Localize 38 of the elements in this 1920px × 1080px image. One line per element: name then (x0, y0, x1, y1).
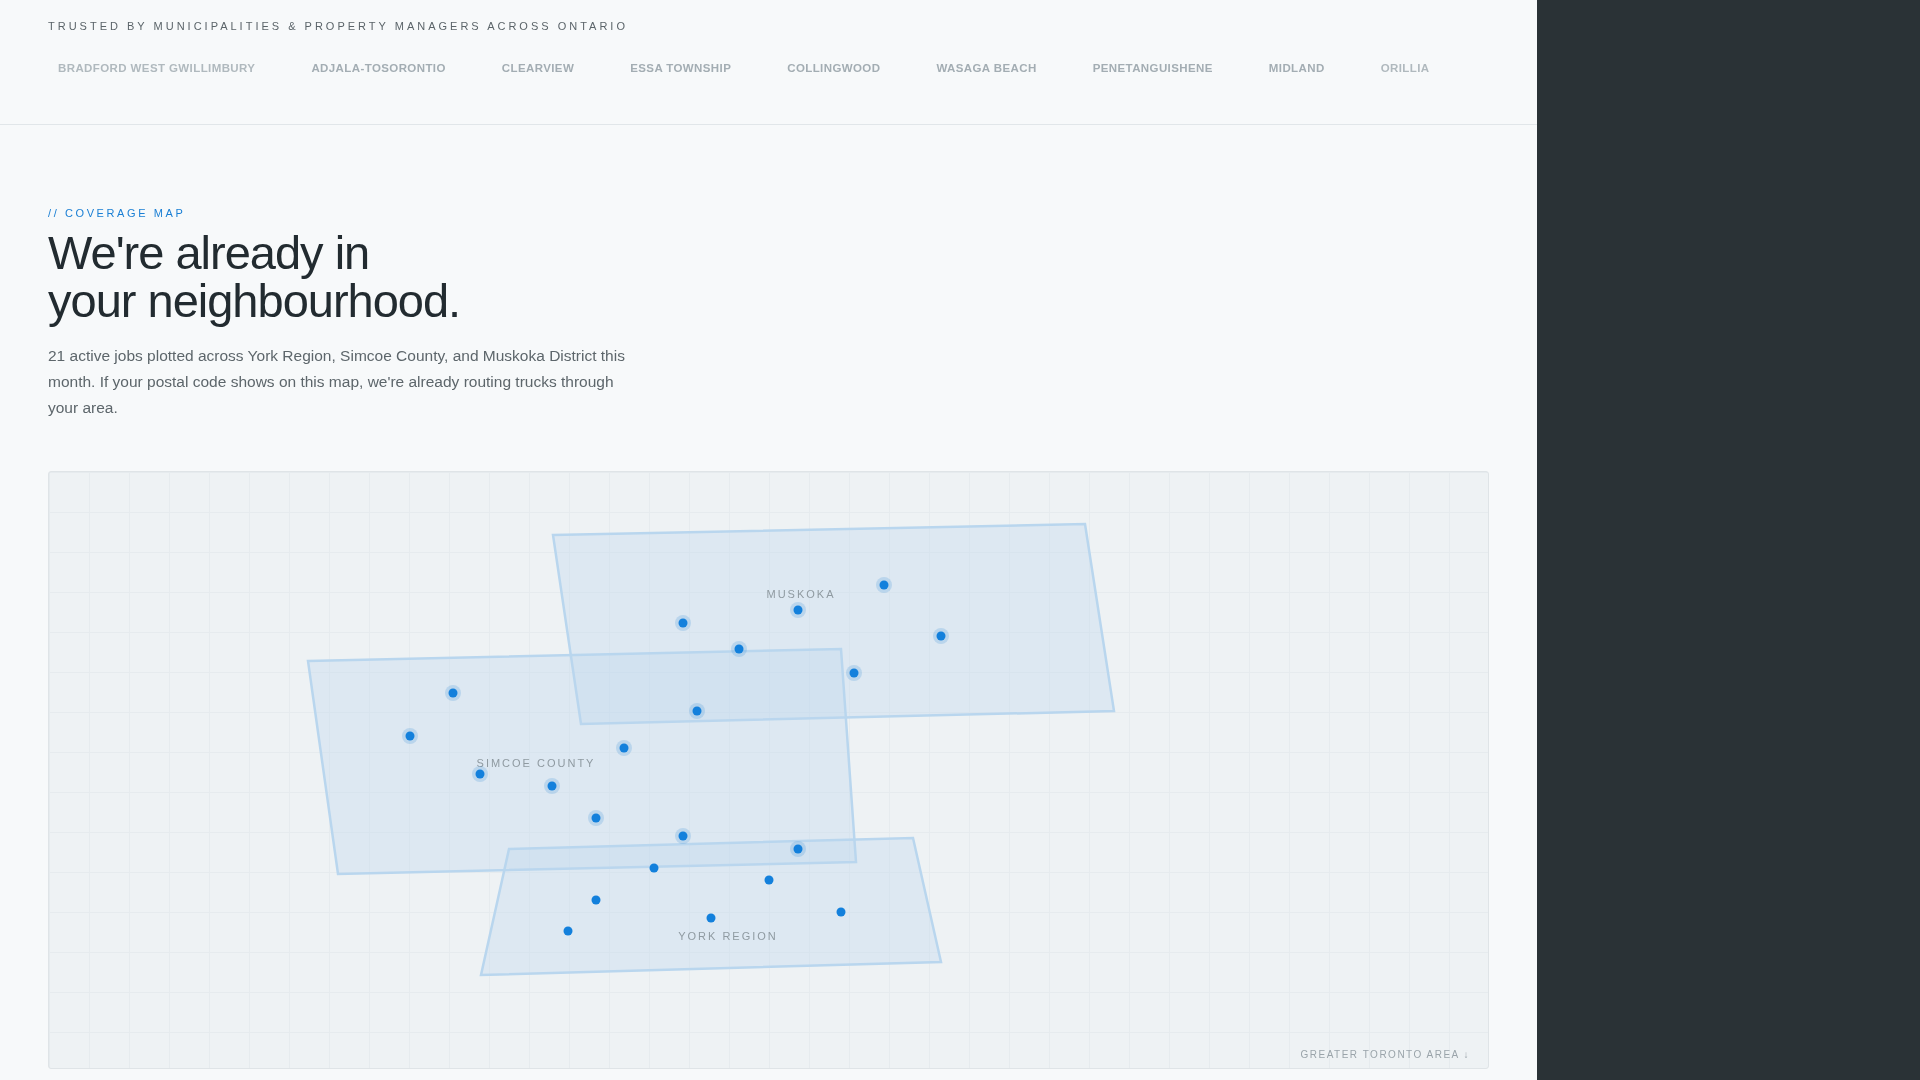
map-pin (706, 913, 716, 923)
section-eyebrow: // COVERAGE MAP (48, 207, 187, 219)
map-pin (563, 926, 573, 936)
map-pin (675, 615, 691, 631)
map-pin (544, 778, 560, 794)
map-pin (876, 577, 892, 593)
map-pin (836, 907, 846, 917)
municipality-name: ADJALA-TOSORONTIO (311, 62, 446, 74)
map-pin (764, 875, 774, 885)
section-description: 21 active jobs plotted across York Region, Simcoe County, and Muskoka District this month. If your postal code shows on this map, we're already routing trucks through your area. (48, 346, 626, 418)
map-pin (588, 810, 604, 826)
municipality-name: COLLINGWOOD (787, 62, 881, 74)
municipality-name: BRADFORD WEST GWILLIMBURY (58, 62, 256, 74)
municipality-name: MIDLAND (1268, 62, 1325, 74)
map-pin (731, 641, 747, 657)
map-pin (790, 602, 806, 618)
map-corner-label: GREATER TORONTO AREA ↓ (1300, 1049, 1470, 1060)
section-heading: We're already in (48, 229, 371, 277)
municipality-name: ORILLIA (1380, 62, 1430, 74)
map-pin (790, 841, 806, 857)
municipality-name: PENETANGUISHENE (1092, 62, 1213, 74)
map-pin (402, 728, 418, 744)
map-pin (616, 740, 632, 756)
map-pin (649, 863, 659, 873)
map-pin (933, 628, 949, 644)
municipality-name: ESSA TOWNSHIP (630, 62, 732, 74)
municipality-name: CLEARVIEW (501, 62, 575, 74)
region-label: SIMCOE COUNTY (476, 757, 596, 769)
map-pin (472, 766, 488, 782)
map-pin (675, 828, 691, 844)
map-pin (846, 665, 862, 681)
municipality-name: WASAGA BEACH (936, 62, 1037, 74)
trust-heading: TRUSTED BY MUNICIPALITIES & PROPERTY MANAGERS ACROSS ONTARIO (48, 20, 629, 32)
region-label: YORK REGION (678, 930, 778, 942)
map-pin (591, 895, 601, 905)
map-pin (689, 703, 705, 719)
region-label: MUSKOKA (766, 588, 836, 600)
map-pin (445, 685, 461, 701)
